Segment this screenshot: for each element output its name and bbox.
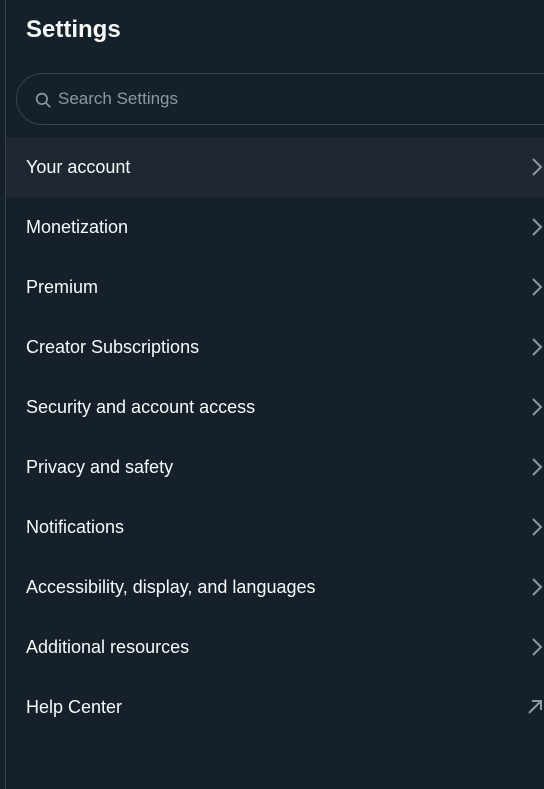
search-input[interactable] [58,74,498,124]
menu-item-label: Your account [26,157,131,177]
menu-item-label: Notifications [26,517,125,537]
settings-menu: Your account Monetization Premium Creato… [6,137,544,737]
chevron-right-icon [532,518,543,536]
chevron-right-icon [532,458,543,476]
menu-item-label: Privacy and safety [26,457,174,477]
menu-item-label: Premium [26,277,99,297]
menu-item-privacy[interactable]: Privacy and safety [6,437,544,497]
menu-item-help-center[interactable]: Help Center [6,677,544,737]
menu-item-premium[interactable]: Premium [6,257,544,317]
chevron-right-icon [532,338,543,356]
chevron-right-icon [532,578,543,596]
menu-item-notifications[interactable]: Notifications [6,497,544,557]
menu-item-creator-subscriptions[interactable]: Creator Subscriptions [6,317,544,377]
menu-item-label: Additional resources [26,637,190,657]
menu-item-label: Security and account access [26,397,256,417]
chevron-right-icon [532,278,543,296]
chevron-right-icon [532,398,543,416]
settings-panel: Settings Your account Monetization Premi… [0,0,544,789]
menu-item-monetization[interactable]: Monetization [6,197,544,257]
menu-item-additional-resources[interactable]: Additional resources [6,617,544,677]
menu-item-label: Creator Subscriptions [26,337,200,357]
chevron-right-icon [532,638,543,656]
menu-item-security[interactable]: Security and account access [6,377,544,437]
external-link-icon [528,700,542,714]
menu-item-accessibility[interactable]: Accessibility, display, and languages [6,557,544,617]
menu-item-label: Help Center [26,697,123,717]
menu-item-your-account[interactable]: Your account [6,137,544,197]
search-box[interactable] [16,73,544,125]
menu-item-label: Accessibility, display, and languages [26,577,316,597]
search-icon [35,92,51,108]
chevron-right-icon [532,158,543,176]
chevron-right-icon [532,218,543,236]
menu-item-label: Monetization [26,217,129,237]
page-title: Settings [26,16,121,43]
